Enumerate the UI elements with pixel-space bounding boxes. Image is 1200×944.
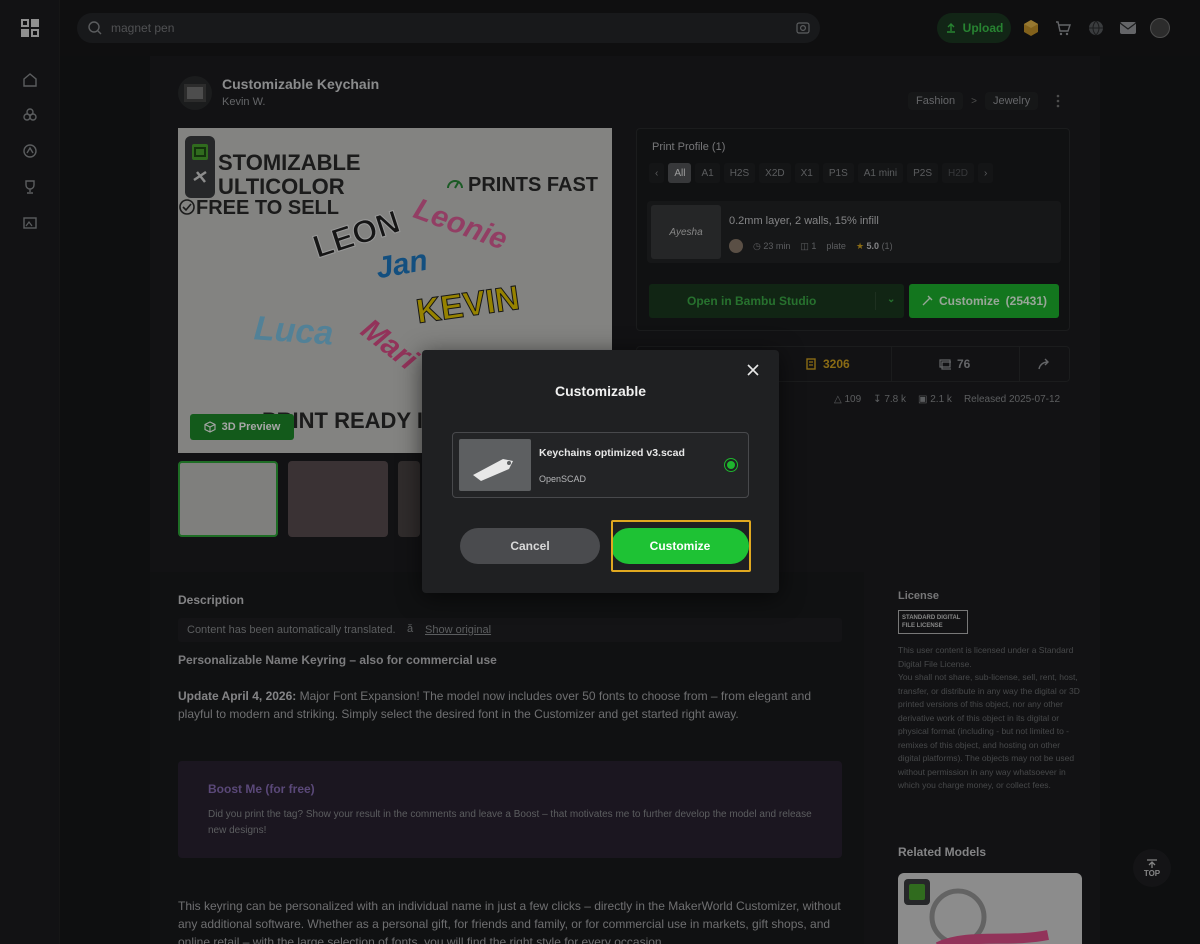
customizable-modal: Customizable Keychains optimized v3.scad… <box>422 350 779 593</box>
file-selected-radio[interactable] <box>725 459 737 471</box>
close-icon[interactable] <box>747 364 759 376</box>
keychain-thumbnail-image <box>473 459 513 481</box>
file-thumbnail <box>459 439 531 491</box>
file-name: Keychains optimized v3.scad <box>539 447 685 459</box>
modal-customize-button[interactable]: Customize <box>611 528 749 564</box>
cancel-button[interactable]: Cancel <box>460 528 600 564</box>
file-type: OpenSCAD <box>539 474 587 484</box>
customizer-file-option[interactable]: Keychains optimized v3.scad OpenSCAD <box>452 432 749 498</box>
modal-title: Customizable <box>554 383 646 399</box>
